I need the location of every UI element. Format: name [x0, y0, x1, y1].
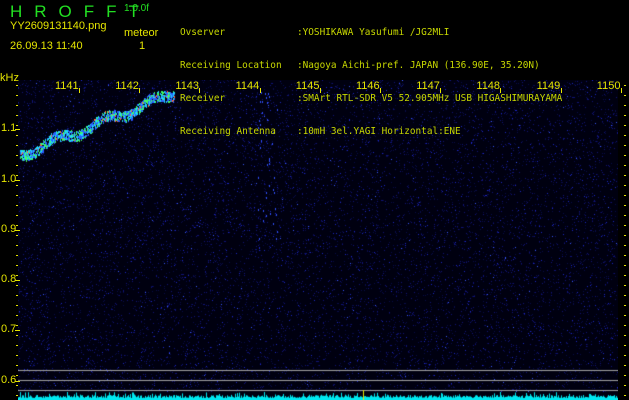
mode-label: meteor [124, 27, 159, 39]
y-minor-tick [624, 255, 626, 256]
y-minor-tick [16, 85, 18, 86]
y-minor-tick [624, 295, 626, 296]
y-minor-tick [16, 335, 18, 336]
time-tick-label: 1141 [55, 80, 79, 92]
y-tick [15, 381, 20, 382]
y-axis-unit: kHz [0, 72, 19, 84]
y-tick-label: 0.6 [1, 374, 17, 386]
info-value: :10mH 3el.YAGI Horizontal:ENE [297, 126, 461, 137]
y-minor-tick [16, 205, 18, 206]
y-minor-tick [624, 235, 626, 236]
y-minor-tick [624, 285, 626, 286]
y-minor-tick [16, 195, 18, 196]
y-minor-tick [16, 155, 18, 156]
y-minor-tick [16, 165, 18, 166]
info-observer: Ovserver :YOSHIKAWA Yasufumi /JG2MLI [180, 27, 625, 38]
time-tick [139, 88, 141, 93]
y-minor-tick [16, 275, 18, 276]
filename-label: YY2609131140.png [10, 20, 107, 32]
y-tick-label: 0.7 [1, 323, 17, 335]
y-minor-tick [624, 205, 626, 206]
info-location: Receiving Location :Nagoya Aichi-pref. JA… [180, 60, 625, 71]
info-value: :SMArt RTL-SDR V5 52.905MHz USB HIGASHIM… [297, 93, 563, 104]
y-minor-tick [16, 215, 18, 216]
y-minor-tick [16, 315, 18, 316]
y-minor-tick [16, 185, 18, 186]
y-minor-tick [624, 375, 626, 376]
y-minor-tick [624, 215, 626, 216]
y-minor-tick [16, 95, 18, 96]
y-minor-tick [16, 305, 18, 306]
y-minor-tick [624, 225, 626, 226]
y-minor-tick [16, 115, 18, 116]
y-minor-tick [624, 365, 626, 366]
y-tick [15, 330, 20, 331]
y-minor-tick [624, 315, 626, 316]
y-minor-tick [16, 235, 18, 236]
y-minor-tick [624, 185, 626, 186]
version-label: 1.0.0f [124, 3, 150, 14]
y-tick [15, 230, 20, 231]
y-minor-tick [16, 375, 18, 376]
y-minor-tick [16, 345, 18, 346]
y-minor-tick [16, 105, 18, 106]
datetime-label: 26.09.13 11:40 [10, 40, 83, 52]
y-minor-tick [624, 385, 626, 386]
info-value: :YOSHIKAWA Yasufumi /JG2MLI [297, 27, 450, 38]
y-tick-label: 1.0 [1, 173, 17, 185]
info-value: :Nagoya Aichi-pref. JAPAN (136.90E, 35.2… [297, 60, 540, 71]
info-key: Receiver [180, 93, 226, 104]
info-key: Receiving Antenna [180, 126, 276, 137]
meteor-count: 1 [139, 40, 146, 52]
y-minor-tick [624, 165, 626, 166]
y-tick [15, 129, 20, 130]
y-minor-tick [16, 355, 18, 356]
y-tick-label: 0.9 [1, 223, 17, 235]
info-receiver: Receiver :SMArt RTL-SDR V5 52.905MHz USB … [180, 93, 625, 104]
y-minor-tick [16, 385, 18, 386]
y-tick [15, 180, 20, 181]
y-minor-tick [16, 225, 18, 226]
y-minor-tick [16, 295, 18, 296]
station-info: Ovserver :YOSHIKAWA Yasufumi /JG2MLI Rece… [180, 5, 625, 148]
y-minor-tick [16, 285, 18, 286]
y-minor-tick [624, 355, 626, 356]
y-minor-tick [16, 125, 18, 126]
y-tick [15, 280, 20, 281]
y-minor-tick [624, 395, 626, 396]
y-tick-label: 1.1 [1, 122, 17, 134]
y-tick-label: 0.8 [1, 273, 17, 285]
info-key: Ovserver [180, 27, 226, 38]
y-minor-tick [16, 325, 18, 326]
y-minor-tick [624, 195, 626, 196]
y-minor-tick [624, 275, 626, 276]
y-minor-tick [624, 305, 626, 306]
y-minor-tick [624, 245, 626, 246]
y-minor-tick [624, 345, 626, 346]
y-minor-tick [624, 335, 626, 336]
time-tick-label: 1142 [115, 80, 139, 92]
info-antenna: Receiving Antenna :10mH 3el.YAGI Horizont… [180, 126, 625, 137]
y-minor-tick [624, 325, 626, 326]
y-minor-tick [16, 255, 18, 256]
y-minor-tick [16, 175, 18, 176]
time-tick [79, 88, 80, 93]
y-minor-tick [16, 145, 18, 146]
y-minor-tick [624, 265, 626, 266]
y-minor-tick [624, 175, 626, 176]
info-key: Receiving Location [180, 60, 282, 71]
y-minor-tick [16, 265, 18, 266]
y-minor-tick [16, 395, 18, 396]
y-minor-tick [16, 365, 18, 366]
y-minor-tick [16, 135, 18, 136]
y-minor-tick [624, 155, 626, 156]
y-minor-tick [16, 245, 18, 246]
